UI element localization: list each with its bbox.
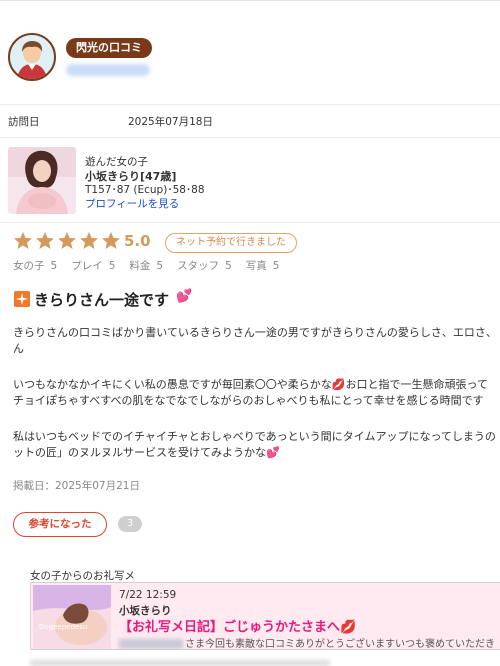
- heart-icon: 💕: [176, 289, 193, 304]
- thanks-time: 7/22 12:59: [119, 589, 177, 601]
- blurred-text: [119, 639, 183, 649]
- reviewer-avatar: [8, 33, 56, 81]
- top-divider: [0, 0, 500, 1]
- girl-spec: T157･87 (Ecup)･58･88: [85, 184, 205, 196]
- review-rank-badge: 閃光の口コミ: [66, 38, 152, 58]
- star-icon: [36, 232, 54, 249]
- category-scores: 女の子 5 プレイ 5 料金 5 スタッフ 5 写真 5: [13, 258, 279, 273]
- thanks-title: 【お礼写メ日記】ごじゅうかたさまへ💋: [119, 620, 357, 635]
- category-score: プレイ 5: [71, 260, 116, 272]
- review-body-line: 私はいつもベッドでのイチャイチャとおしゃべりであっという間にタイムアップになって…: [13, 430, 496, 443]
- lips-icon: 💋: [340, 620, 357, 635]
- heart-icon: 💕: [266, 446, 280, 459]
- review-title: きらりさん一途です: [34, 291, 170, 309]
- category-score: 料金 5: [129, 260, 164, 272]
- helpful-count-badge: 3: [118, 516, 142, 532]
- thanks-photo-watermark: Dogeepedesu: [39, 623, 87, 631]
- review-body-line: ん: [13, 342, 24, 355]
- thanks-section-label: 女の子からのお礼写メ: [30, 570, 135, 582]
- review-body-line: いつもなかなかイキにくい私の愚息ですが毎回素〇〇や柔らかな💋お口と指で一生懸命頑…: [13, 378, 488, 391]
- category-score: 女の子 5: [13, 260, 58, 272]
- posted-date: 掲載日：2025年07月21日: [13, 480, 140, 492]
- star-icon: [102, 232, 120, 249]
- category-score: スタッフ 5: [177, 260, 232, 272]
- star-rating: [13, 231, 121, 251]
- star-icon: [58, 232, 76, 249]
- helpful-button[interactable]: 参考になった: [13, 512, 107, 537]
- category-score: 写真 5: [245, 260, 280, 272]
- star-icon: [14, 232, 32, 249]
- star-icon: [80, 232, 98, 249]
- divider: [0, 222, 500, 223]
- rating-score: 5.0: [124, 232, 151, 250]
- net-reserve-badge: ネット予約で行きました: [165, 233, 297, 253]
- visit-date-label: 訪問日: [8, 116, 40, 128]
- thanks-diary-card[interactable]: Dogeepedesu 7/22 12:59 小坂きらり 【お礼写メ日記】ごじゅ…: [30, 582, 500, 650]
- lips-icon: 💋: [331, 378, 346, 391]
- visit-date-value: 2025年07月18日: [128, 116, 213, 128]
- girl-photo[interactable]: [8, 147, 76, 214]
- review-body-line: ットの匠」のヌルヌルサービスを受けてみようかな💕: [13, 446, 280, 459]
- cut-off-content: [30, 660, 330, 666]
- thanks-photo: Dogeepedesu: [33, 585, 111, 649]
- sparkle-icon: [14, 291, 30, 307]
- divider: [0, 137, 500, 138]
- reviewer-name-blurred[interactable]: [66, 64, 150, 76]
- girl-profile-link[interactable]: プロフィールを見る: [85, 196, 179, 211]
- thanks-excerpt: さま今回も素敵な口コミありがとうございますいつも褒めていただき: [119, 635, 495, 649]
- divider: [0, 104, 500, 105]
- review-body-line: きらりさんの口コミばかり書いているきらりさん一途の男ですがきらりさんの愛らしさ、…: [13, 326, 497, 339]
- review-body-line: チョイぽちゃすべすべの肌をなでなでしながらのおしゃべりも私にとって幸せを感じる時…: [13, 394, 484, 407]
- girl-section-label: 遊んだ女の子: [85, 156, 148, 168]
